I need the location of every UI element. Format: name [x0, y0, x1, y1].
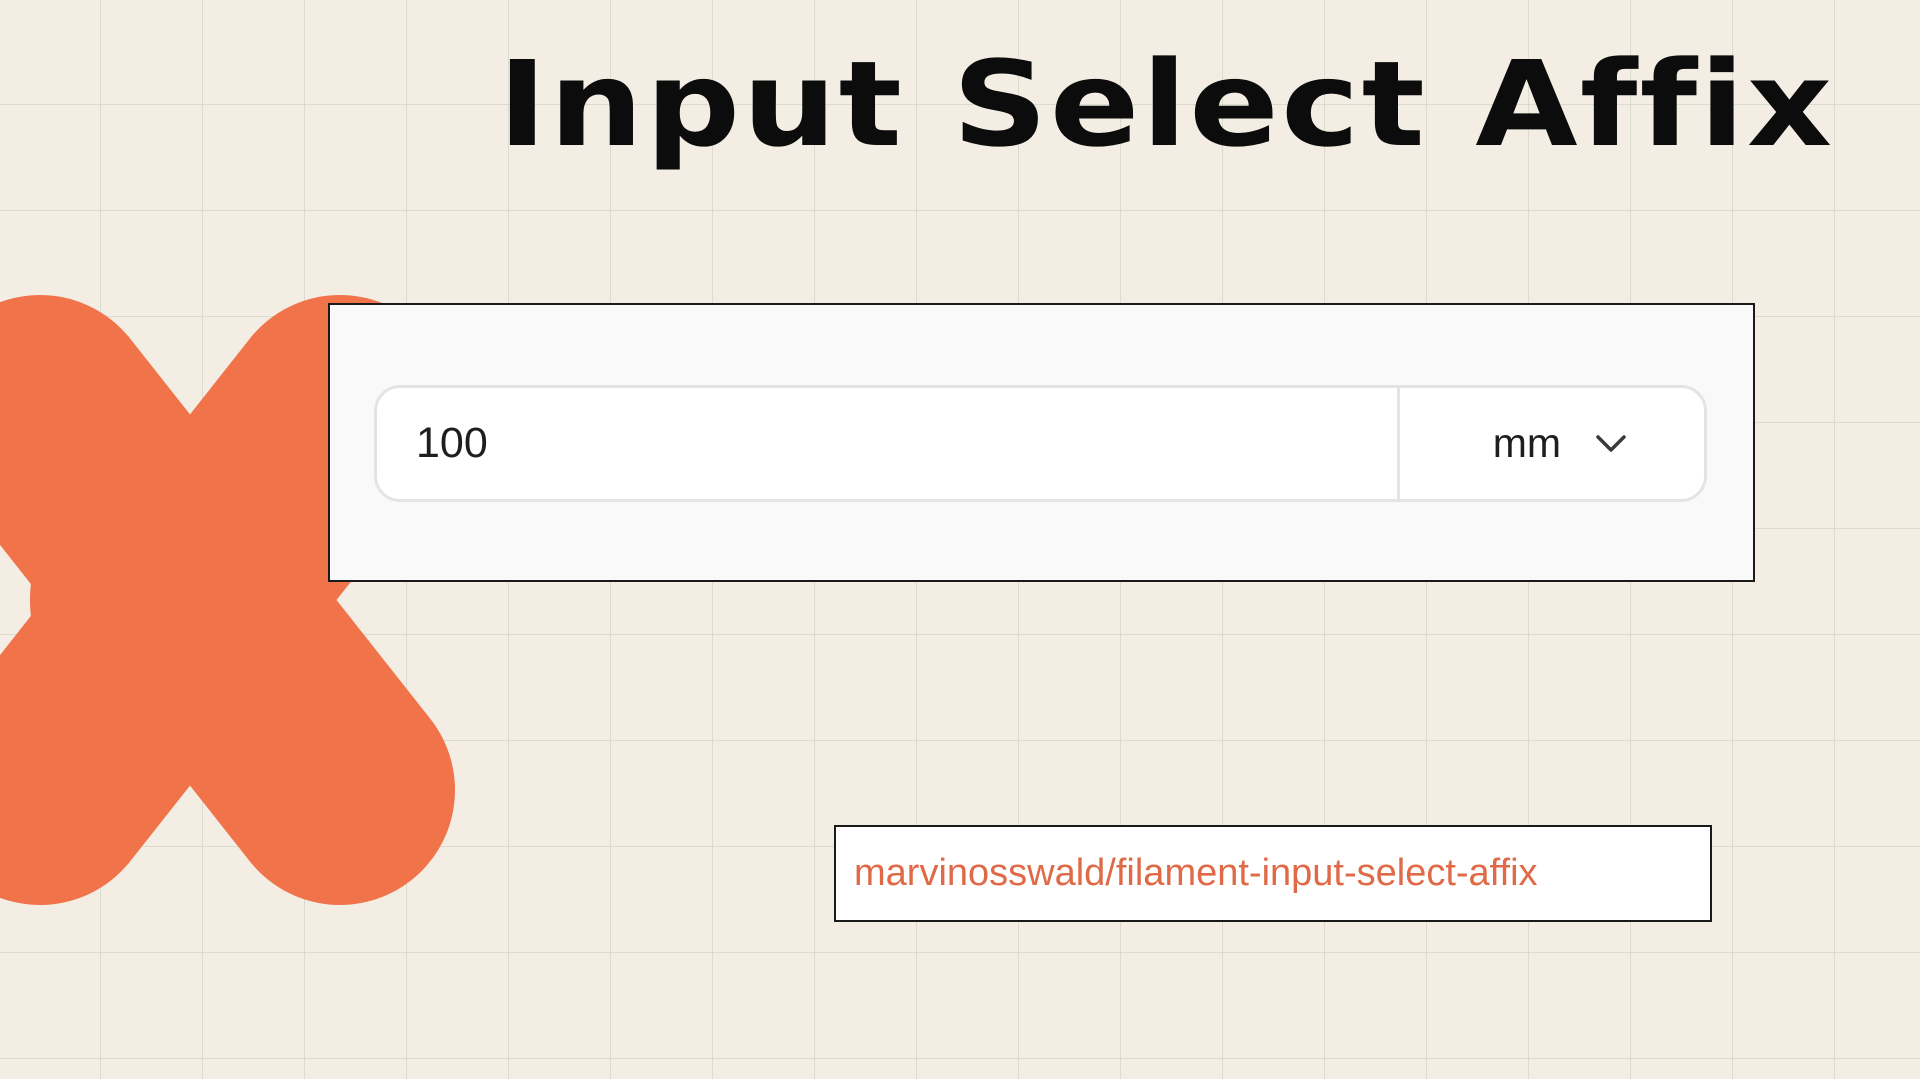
input-select-affix-field: mm: [374, 385, 1707, 502]
page-title: Input Select Affix: [497, 35, 1834, 173]
unit-select[interactable]: mm: [1397, 388, 1704, 499]
demo-panel: mm: [328, 303, 1755, 582]
chevron-down-icon: [1596, 434, 1626, 452]
repository-link[interactable]: marvinosswald/filament-input-select-affi…: [854, 852, 1538, 895]
value-input[interactable]: [377, 388, 1397, 499]
repository-box: marvinosswald/filament-input-select-affi…: [834, 825, 1712, 922]
unit-select-value: mm: [1492, 420, 1561, 466]
